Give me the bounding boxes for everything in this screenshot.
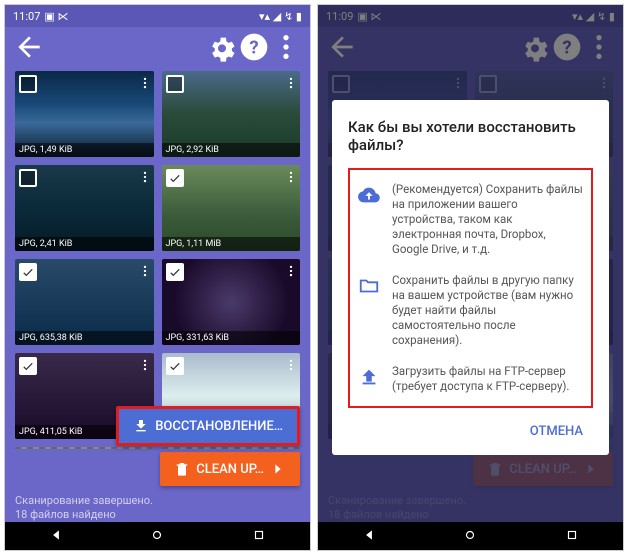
checkbox[interactable] [19, 169, 37, 187]
option-text: (Рекомендуется) Сохранить файлы на прило… [392, 182, 583, 257]
nav-back-icon[interactable] [49, 527, 63, 546]
item-menu-icon[interactable] [138, 169, 152, 188]
image-thumbnail[interactable]: JPG, 331,63 KiB [162, 259, 301, 345]
item-menu-icon[interactable] [284, 263, 298, 282]
item-menu-icon[interactable] [138, 263, 152, 282]
nav-back-icon[interactable] [362, 527, 376, 546]
option-cloud[interactable]: (Рекомендуется) Сохранить файлы на прило… [356, 174, 585, 265]
option-ftp[interactable]: Загрузить файлы на FTP-сервер (требует д… [356, 356, 585, 402]
nav-recent-icon[interactable] [565, 527, 579, 546]
cloud-upload-icon [358, 184, 380, 210]
checkbox[interactable] [166, 75, 184, 93]
option-text: Загрузить файлы на FTP-сервер (требует д… [392, 364, 583, 394]
item-menu-icon[interactable] [284, 75, 298, 94]
image-thumbnail[interactable]: JPG, 1,49 KiB [15, 71, 154, 157]
checkbox[interactable] [166, 263, 184, 281]
action-buttons: ВОССТАНОВЛЕНИЕ… CLEAN UP… [116, 406, 300, 486]
gear-icon[interactable] [206, 31, 238, 63]
option-folder[interactable]: Сохранить файлы в другую папку на вашем … [356, 265, 585, 356]
checkbox[interactable] [19, 263, 37, 281]
notif-icon: ▣ ⋉ [44, 10, 68, 23]
back-icon[interactable] [13, 31, 45, 63]
checkbox[interactable] [166, 169, 184, 187]
image-thumbnail[interactable]: JPG, 1,11 MiB [162, 165, 301, 251]
cancel-button[interactable]: ОТМЕНА [520, 416, 593, 447]
phone-left: 11:07 ▣ ⋉ ▾▴ ◢ ↯ ▮ ? JPG, 1,49 KiB JPG, 2,… [4, 4, 311, 551]
status-bar: 11:07 ▣ ⋉ ▾▴ ◢ ↯ ▮ [5, 5, 310, 27]
signal-icon: ▾▴ ◢ ↯ ▮ [259, 10, 302, 23]
image-thumbnail[interactable]: JPG, 2,92 KiB [162, 71, 301, 157]
nav-home-icon[interactable] [150, 527, 164, 546]
upload-icon [358, 366, 380, 392]
restore-button[interactable]: ВОССТАНОВЛЕНИЕ… [116, 406, 300, 446]
file-label: JPG, 1,49 KiB [15, 143, 154, 157]
checkbox[interactable] [166, 357, 184, 375]
overflow-icon[interactable] [270, 31, 302, 63]
option-text: Сохранить файлы в другую папку на вашем … [392, 273, 583, 348]
cleanup-button[interactable]: CLEAN UP… [160, 452, 300, 486]
file-label: JPG, 1,11 MiB [162, 237, 301, 251]
item-menu-icon[interactable] [284, 357, 298, 376]
file-label: JPG, 2,92 KiB [162, 143, 301, 157]
checkbox[interactable] [19, 357, 37, 375]
folder-icon [358, 275, 380, 301]
scan-status: Сканирование завершено.18 файлов найдено [15, 494, 153, 522]
item-menu-icon[interactable] [138, 75, 152, 94]
file-label: JPG, 2,41 KiB [15, 237, 154, 251]
image-thumbnail[interactable]: JPG, 635,38 KiB [15, 259, 154, 345]
dialog-overlay: Как бы вы хотели восстановить файлы? (Ре… [318, 5, 623, 550]
restore-dialog: Как бы вы хотели восстановить файлы? (Ре… [332, 100, 609, 455]
nav-recent-icon[interactable] [252, 527, 266, 546]
clock: 11:07 [13, 10, 40, 23]
item-menu-icon[interactable] [284, 169, 298, 188]
nav-home-icon[interactable] [463, 527, 477, 546]
image-grid: JPG, 1,49 KiB JPG, 2,92 KiB JPG, 2,41 KiB J… [5, 67, 310, 449]
file-label: JPG, 635,38 KiB [15, 331, 154, 345]
dialog-title: Как бы вы хотели восстановить файлы? [348, 118, 593, 154]
nav-bar [5, 522, 310, 550]
svg-text:?: ? [249, 37, 258, 59]
help-icon[interactable]: ? [238, 31, 270, 63]
item-menu-icon[interactable] [138, 357, 152, 376]
dialog-options: (Рекомендуется) Сохранить файлы на прило… [348, 168, 593, 408]
checkbox[interactable] [19, 75, 37, 93]
file-label: JPG, 331,63 KiB [162, 331, 301, 345]
phone-right: 11:09▣ ⋉ ▾▴ ◢ ↯ ▮ ? JPG, 1,49 KiBJPG, 2,… [317, 4, 624, 551]
app-bar: ? [5, 27, 310, 67]
nav-bar [318, 522, 623, 550]
image-thumbnail[interactable]: JPG, 2,41 KiB [15, 165, 154, 251]
